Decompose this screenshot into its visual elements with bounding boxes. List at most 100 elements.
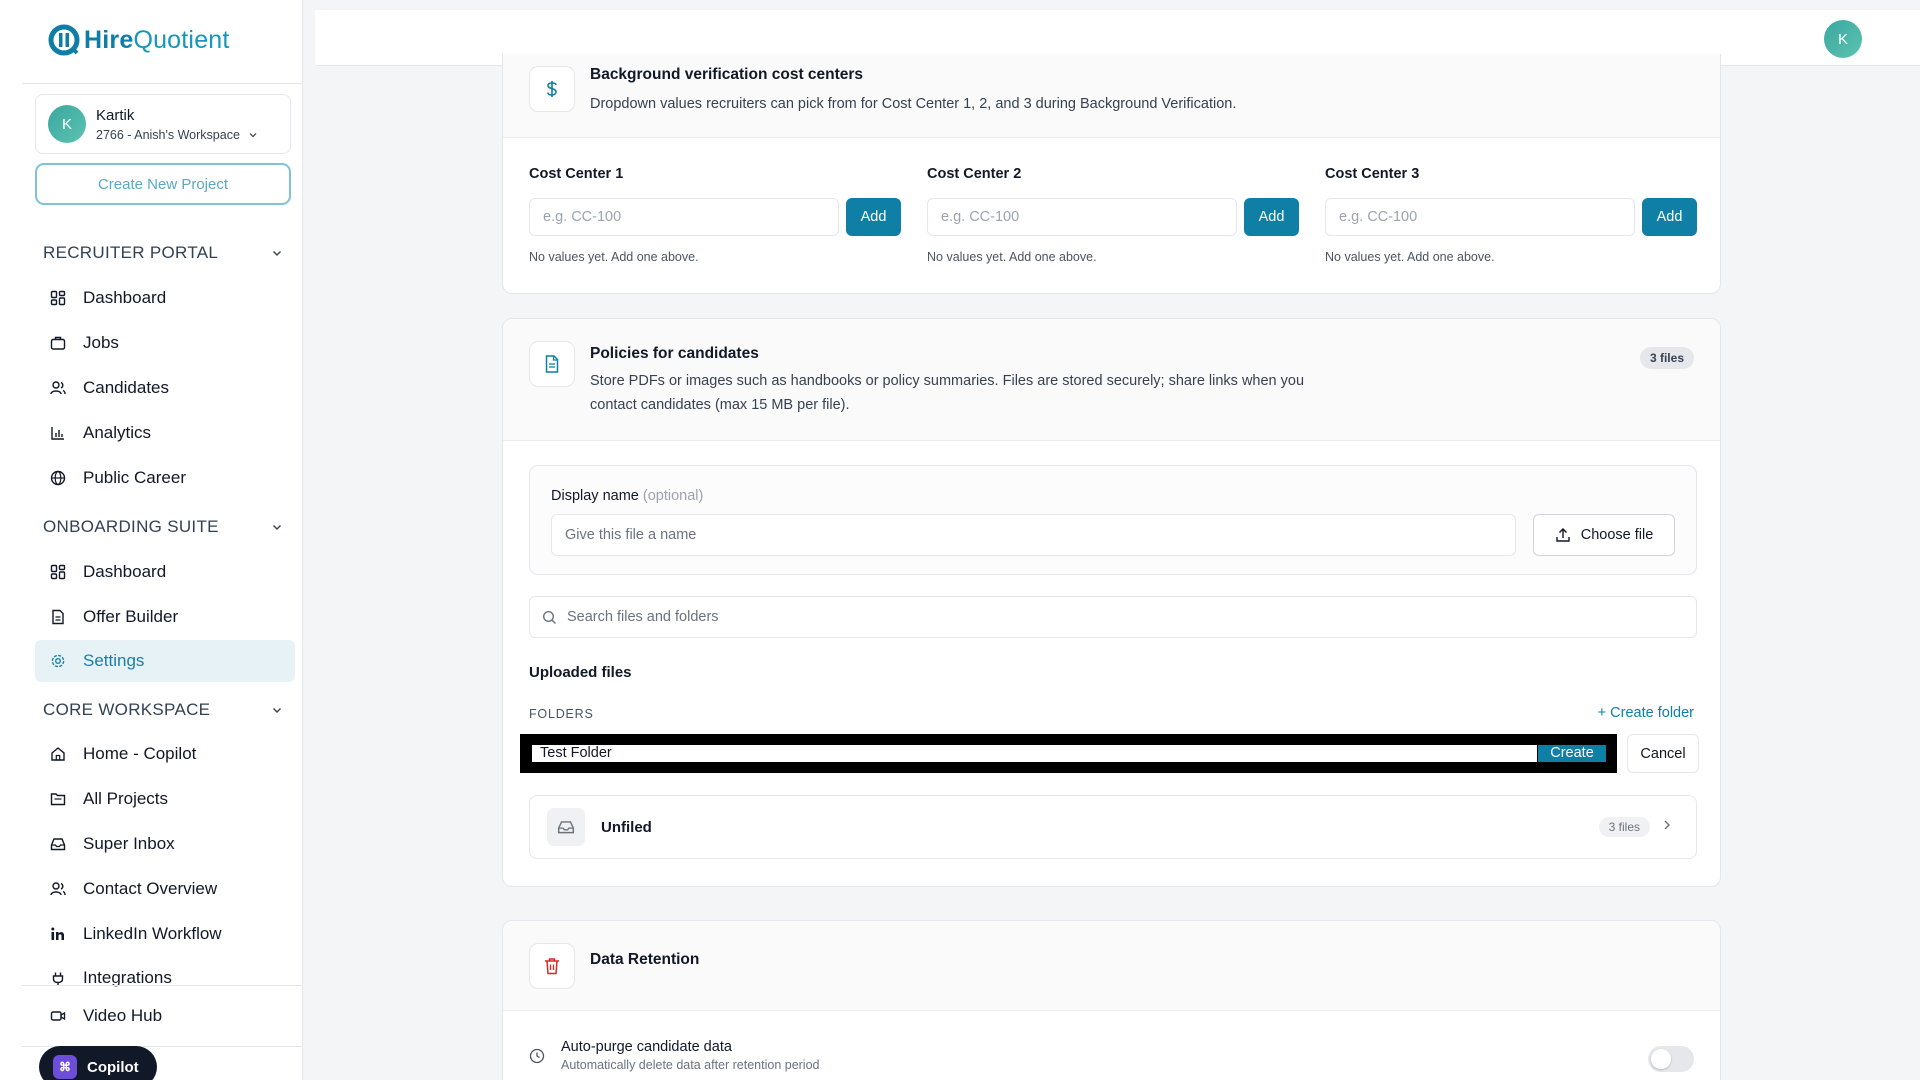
cost-centers-title: Background verification cost centers bbox=[590, 66, 864, 83]
sidebar-divider bbox=[22, 985, 303, 986]
cost-center-3-input[interactable]: e.g. CC-100 bbox=[1325, 198, 1635, 236]
users-icon bbox=[49, 379, 67, 397]
cost-center-2-add-button[interactable]: Add bbox=[1244, 198, 1299, 236]
cost-center-1-hint: No values yet. Add one above. bbox=[529, 250, 699, 264]
cost-center-2-label: Cost Center 2 bbox=[927, 166, 1022, 182]
brand-logo[interactable]: HireQuotient bbox=[48, 24, 230, 56]
auto-purge-description: Automatically delete data after retentio… bbox=[561, 1058, 820, 1072]
upload-form: Display name (optional) Give this file a… bbox=[529, 465, 1697, 575]
cost-center-3-hint: No values yet. Add one above. bbox=[1325, 250, 1495, 264]
inbox-icon bbox=[547, 808, 585, 846]
sidebar-item-dashboard[interactable]: Dashboard bbox=[35, 277, 295, 319]
chevron-down-icon bbox=[273, 708, 281, 713]
brand-name: HireQuotient bbox=[84, 25, 230, 54]
grid-icon bbox=[49, 563, 67, 581]
cost-center-3-label: Cost Center 3 bbox=[1325, 166, 1420, 182]
section-title: RECRUITER PORTAL bbox=[43, 243, 219, 262]
section-title: CORE WORKSPACE bbox=[43, 700, 211, 719]
workspace-name: 2766 - Anish's Workspace bbox=[96, 127, 240, 142]
sidebar-panel: HireQuotient K Kartik 2766 - Anish's Wor… bbox=[22, 0, 303, 1080]
data-retention-card: Data Retention Auto-purge candidate data… bbox=[502, 920, 1721, 1080]
sidebar-item-all-projects[interactable]: All Projects bbox=[35, 778, 295, 820]
workspace-switcher[interactable]: K Kartik 2766 - Anish's Workspace bbox=[35, 94, 291, 154]
new-folder-name-input[interactable]: Test Folder bbox=[532, 745, 1537, 762]
sidebar-item-super-inbox[interactable]: Super Inbox bbox=[35, 823, 295, 865]
policies-description: Store PDFs or images such as handbooks o… bbox=[590, 373, 1305, 413]
folder-name: Unfiled bbox=[601, 818, 652, 836]
linkedin-icon bbox=[49, 925, 67, 943]
choose-file-button[interactable]: Choose file bbox=[1533, 514, 1675, 556]
cost-center-2-hint: No values yet. Add one above. bbox=[927, 250, 1097, 264]
trash-icon bbox=[529, 943, 575, 989]
cost-center-1-label: Cost Center 1 bbox=[529, 166, 624, 182]
sidebar-item-analytics[interactable]: Analytics bbox=[35, 412, 295, 454]
folder-row-unfiled[interactable]: Unfiled 3 files bbox=[529, 795, 1697, 859]
sidebar-item-public-career[interactable]: Public Career bbox=[35, 457, 295, 499]
sidebar-item-offer-builder[interactable]: Offer Builder bbox=[35, 596, 295, 638]
folders-label: FOLDERS bbox=[529, 707, 594, 721]
chevron-right-icon bbox=[1664, 820, 1670, 830]
user-avatar: K bbox=[48, 105, 86, 143]
create-folder-link[interactable]: + Create folder bbox=[1598, 705, 1694, 721]
bar-chart-icon bbox=[49, 424, 67, 442]
video-icon bbox=[49, 1007, 67, 1025]
sidebar-item-video-hub[interactable]: Video Hub bbox=[35, 995, 295, 1037]
briefcase-icon bbox=[49, 334, 67, 352]
sidebar-item-home-copilot[interactable]: Home - Copilot bbox=[35, 733, 295, 775]
cost-center-1-add-button[interactable]: Add bbox=[846, 198, 901, 236]
copilot-button[interactable]: ⌘ Copilot bbox=[39, 1046, 157, 1080]
clock-icon bbox=[529, 1048, 545, 1063]
display-name-label: Display name (optional) bbox=[551, 488, 704, 504]
section-recruiter-portal[interactable]: RECRUITER PORTAL bbox=[43, 243, 283, 263]
create-new-project-button[interactable]: Create New Project bbox=[35, 163, 291, 205]
grid-icon bbox=[49, 289, 67, 307]
data-retention-header: Data Retention bbox=[503, 921, 1720, 1011]
sidebar-item-settings[interactable]: Settings bbox=[35, 640, 295, 682]
users-icon bbox=[49, 880, 67, 898]
folder-file-count: 3 files bbox=[1598, 817, 1650, 837]
sidebar-item-integrations[interactable]: Integrations bbox=[35, 958, 295, 988]
sidebar-item-contact-overview[interactable]: Contact Overview bbox=[35, 868, 295, 910]
document-icon bbox=[529, 341, 575, 387]
cost-centers-card: Background verification cost centers Dro… bbox=[502, 54, 1721, 294]
uploaded-files-title: Uploaded files bbox=[529, 664, 632, 681]
create-folder-button[interactable]: Create bbox=[1538, 745, 1606, 762]
sidebar-item-jobs[interactable]: Jobs bbox=[35, 322, 295, 364]
policies-title: Policies for candidates bbox=[590, 345, 759, 362]
profile-avatar[interactable]: K bbox=[1824, 20, 1862, 58]
globe-icon bbox=[49, 469, 67, 487]
chevron-down-icon bbox=[273, 251, 281, 256]
auto-purge-toggle[interactable] bbox=[1648, 1046, 1694, 1072]
cost-center-2-input[interactable]: e.g. CC-100 bbox=[927, 198, 1237, 236]
upload-icon bbox=[1556, 528, 1570, 542]
policies-card: Policies for candidates Store PDFs or im… bbox=[502, 318, 1721, 887]
new-folder-editor: Test Folder Create bbox=[520, 734, 1617, 773]
cost-center-1-input[interactable]: e.g. CC-100 bbox=[529, 198, 839, 236]
cancel-folder-button[interactable]: Cancel bbox=[1627, 734, 1699, 773]
policies-header: Policies for candidates Store PDFs or im… bbox=[503, 319, 1720, 441]
section-onboarding-suite[interactable]: ONBOARDING SUITE bbox=[43, 517, 283, 537]
gear-icon bbox=[49, 652, 67, 670]
sidebar: HireQuotient K Kartik 2766 - Anish's Wor… bbox=[0, 0, 303, 1080]
document-icon bbox=[49, 608, 67, 626]
user-name: Kartik bbox=[96, 106, 135, 124]
section-title: ONBOARDING SUITE bbox=[43, 517, 219, 536]
dollar-icon bbox=[529, 66, 575, 112]
sidebar-item-linkedin-workflow[interactable]: LinkedIn Workflow bbox=[35, 913, 295, 955]
section-core-workspace[interactable]: CORE WORKSPACE bbox=[43, 700, 283, 720]
cost-centers-description: Dropdown values recruiters can pick from… bbox=[590, 96, 1237, 112]
cost-centers-header: Background verification cost centers Dro… bbox=[503, 54, 1720, 138]
auto-purge-title: Auto-purge candidate data bbox=[561, 1039, 732, 1055]
display-name-input[interactable]: Give this file a name bbox=[551, 514, 1516, 556]
data-retention-title: Data Retention bbox=[590, 951, 700, 968]
cost-center-3-add-button[interactable]: Add bbox=[1642, 198, 1697, 236]
toggle-knob bbox=[1651, 1049, 1671, 1069]
home-icon bbox=[49, 745, 67, 763]
files-count-badge: 3 files bbox=[1639, 347, 1694, 369]
chevron-down-icon bbox=[249, 132, 257, 137]
folder-icon bbox=[49, 790, 67, 808]
sidebar-item-onboarding-dashboard[interactable]: Dashboard bbox=[35, 551, 295, 593]
logo-divider bbox=[22, 83, 303, 84]
files-search-input[interactable]: Search files and folders bbox=[529, 596, 1697, 638]
sidebar-item-candidates[interactable]: Candidates bbox=[35, 367, 295, 409]
